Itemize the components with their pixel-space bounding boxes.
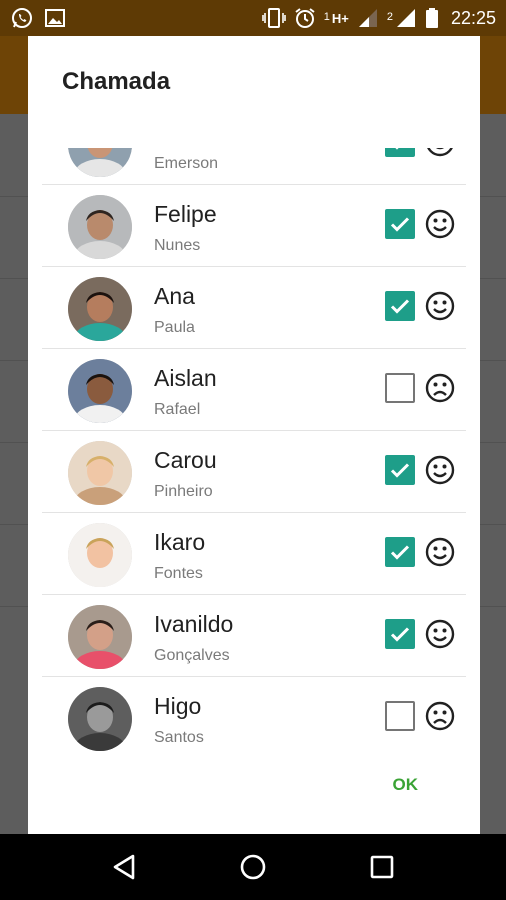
whatsapp-icon (10, 6, 34, 30)
avatar (68, 148, 132, 177)
student-last-name: Nunes (154, 237, 201, 254)
dialog-title: Chamada (62, 68, 171, 95)
alarm-icon (294, 7, 316, 29)
student-first-name: Higo (154, 693, 202, 719)
sim2-label: 2 (386, 11, 393, 23)
happy-face-icon (424, 618, 456, 650)
student-first-name: Aislan (154, 365, 217, 391)
avatar (68, 277, 132, 341)
image-icon (44, 7, 66, 29)
presence-checkbox[interactable] (385, 619, 415, 649)
student-row[interactable]: Ivanildo Gonçalves (28, 595, 480, 677)
vibrate-icon (261, 7, 286, 29)
recents-button[interactable] (362, 847, 402, 887)
signal-icon (357, 8, 379, 28)
student-first-name: Ana (154, 283, 195, 309)
happy-face-icon (424, 208, 456, 240)
navigation-bar (0, 834, 506, 900)
student-first-name: Carou (154, 447, 217, 473)
presence-checkbox[interactable] (385, 148, 415, 157)
student-row[interactable]: DayvidEmerson (28, 148, 480, 185)
presence-checkbox[interactable] (385, 373, 415, 403)
signal-icon (395, 8, 417, 28)
home-icon (240, 854, 266, 880)
ok-button[interactable]: OK (393, 775, 419, 795)
student-last-name: Gonçalves (154, 647, 230, 664)
sim1-label: 1 (323, 11, 330, 23)
avatar (68, 605, 132, 669)
presence-checkbox[interactable] (385, 537, 415, 567)
student-row[interactable]: Higo Santos (28, 677, 480, 752)
avatar (68, 687, 132, 751)
student-last-name: Emerson (154, 155, 219, 172)
student-last-name: Santos (154, 729, 204, 746)
sad-face-icon (424, 700, 456, 732)
avatar (68, 523, 132, 587)
student-first-name: Ikaro (154, 529, 206, 555)
student-list[interactable]: DayvidEmerson Felipe Nunes Ana Paula Aislan Ra… (28, 148, 480, 752)
student-first-name: Felipe (154, 201, 217, 227)
status-bar: 1 H+ 2 22:25 (0, 0, 506, 36)
battery-icon (425, 7, 439, 29)
avatar (68, 359, 132, 423)
student-row[interactable]: Ikaro Fontes (28, 513, 480, 595)
presence-checkbox[interactable] (385, 701, 415, 731)
avatar (68, 441, 132, 505)
student-first-name: Ivanildo (154, 611, 234, 637)
presence-checkbox[interactable] (385, 291, 415, 321)
home-button[interactable] (233, 847, 273, 887)
presence-checkbox[interactable] (385, 455, 415, 485)
happy-face-icon (424, 454, 456, 486)
happy-face-icon (424, 290, 456, 322)
student-row[interactable]: Ana Paula (28, 267, 480, 349)
happy-face-icon (424, 536, 456, 568)
avatar (68, 195, 132, 259)
student-last-name: Pinheiro (154, 483, 213, 500)
student-row[interactable]: Aislan Rafael (28, 349, 480, 431)
recents-icon (370, 855, 393, 879)
student-last-name: Paula (154, 319, 195, 336)
student-row[interactable]: Felipe Nunes (28, 185, 480, 267)
happy-face-icon (424, 148, 456, 158)
clock: 22:25 (450, 7, 496, 28)
back-button[interactable] (104, 847, 144, 887)
sad-face-icon (424, 372, 456, 404)
attendance-dialog: Chamada DayvidEmerson Felipe Nunes Ana Paula… (28, 36, 480, 834)
presence-checkbox[interactable] (385, 209, 415, 239)
student-row[interactable]: Carou Pinheiro (28, 431, 480, 513)
back-icon (114, 854, 135, 880)
network-type-label: H+ (331, 10, 349, 26)
student-last-name: Rafael (154, 401, 201, 418)
student-last-name: Fontes (154, 565, 203, 582)
